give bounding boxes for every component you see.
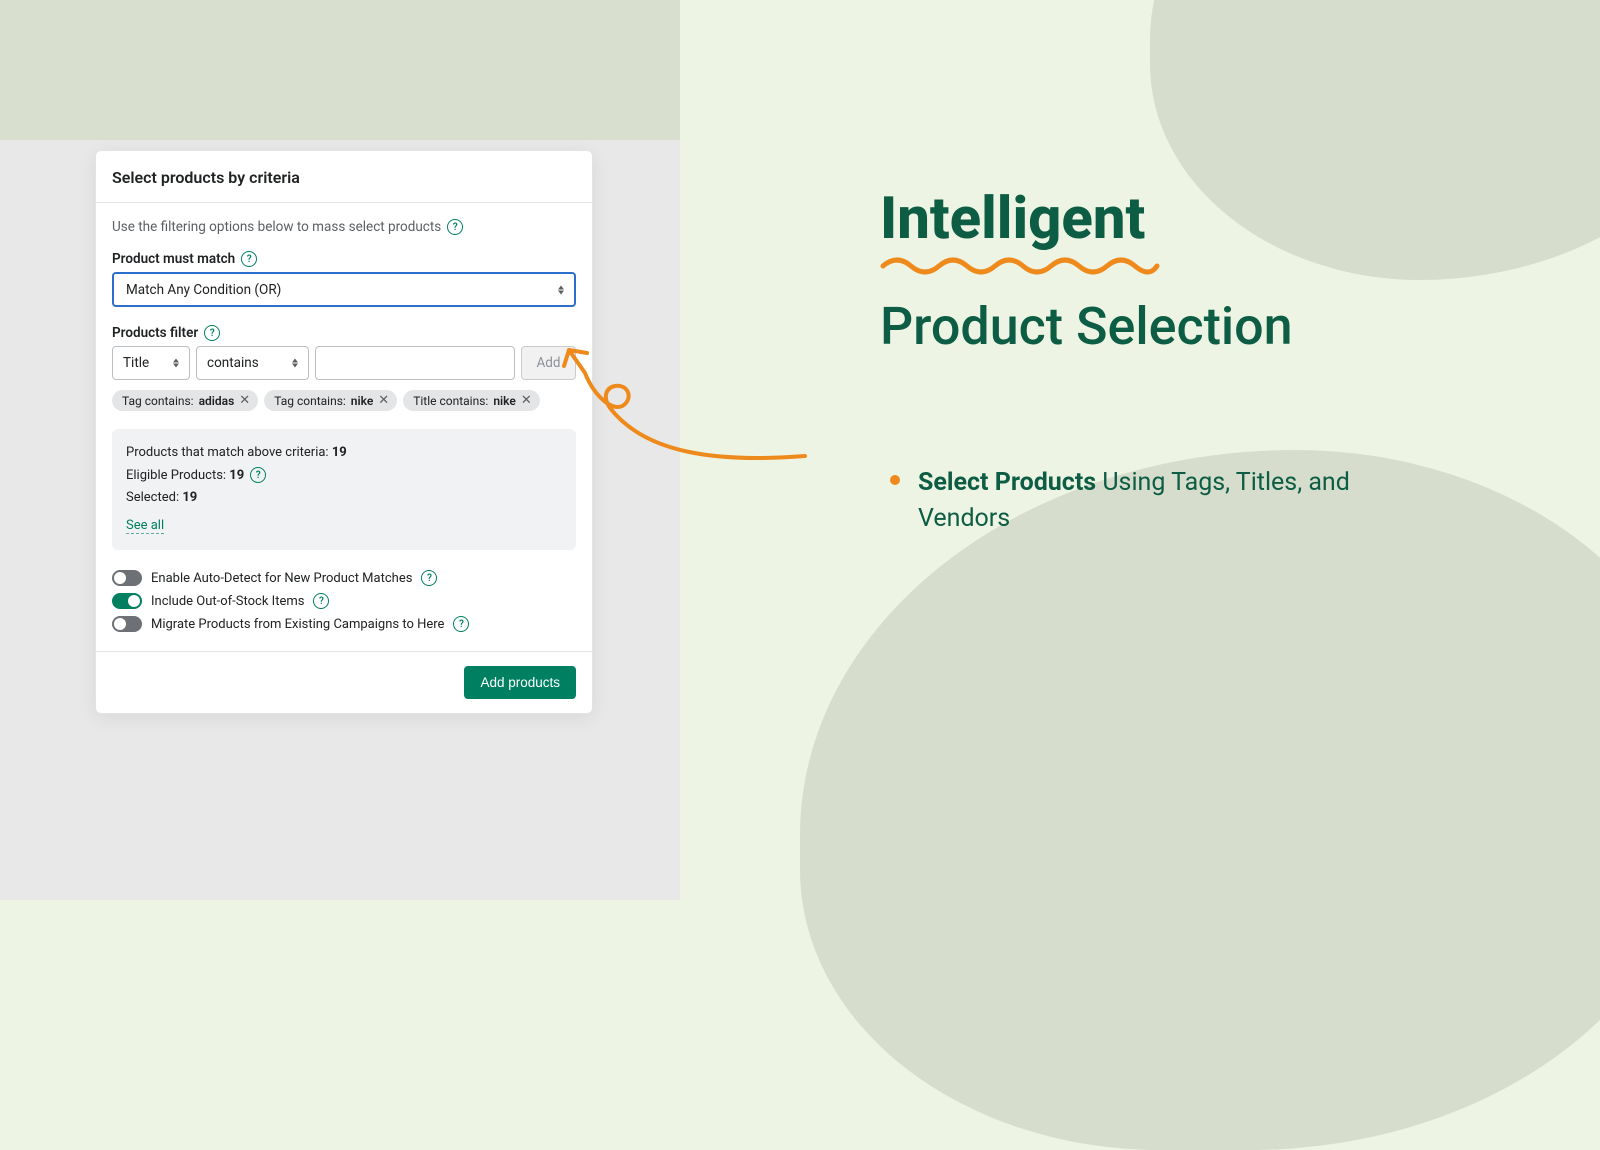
select-arrows-icon (558, 285, 564, 294)
chip-value: nike (493, 394, 516, 408)
bullet-bold: Select Products (918, 468, 1096, 497)
stat-selected: Selected: 19 (126, 490, 562, 505)
stat-match-count: 19 (332, 445, 347, 460)
toggle-row-autodetect: Enable Auto-Detect for New Product Match… (112, 570, 576, 586)
help-icon[interactable]: ? (447, 219, 463, 235)
panel-intro: Use the filtering options below to mass … (112, 219, 441, 235)
toggle-label: Include Out-of-Stock Items (151, 594, 304, 609)
help-icon[interactable]: ? (313, 593, 329, 609)
headline-intelligent: Intelligent (880, 190, 1540, 248)
toggle-outofstock[interactable] (112, 593, 142, 609)
add-products-button[interactable]: Add products (464, 666, 576, 699)
panel-intro-row: Use the filtering options below to mass … (112, 219, 576, 235)
panel-title: Select products by criteria (96, 151, 592, 203)
bullet-text: Select Products Using Tags, Titles, and … (918, 465, 1378, 538)
filter-row: Title contains Add (112, 346, 576, 380)
help-icon[interactable]: ? (241, 251, 257, 267)
stat-selected-label: Selected: (126, 490, 182, 505)
select-arrows-icon (292, 359, 298, 368)
toggle-label: Enable Auto-Detect for New Product Match… (151, 571, 412, 586)
chip-prefix: Title contains: (413, 394, 488, 408)
stat-eligible-label: Eligible Products: (126, 468, 229, 483)
active-filter-chips: Tag contains: adidas ✕ Tag contains: nik… (112, 390, 576, 411)
marketing-copy: Intelligent Product Selection Select Pro… (880, 190, 1540, 538)
criteria-panel: Select products by criteria Use the filt… (95, 150, 593, 714)
stat-match: Products that match above criteria: 19 (126, 445, 562, 460)
stat-selected-count: 19 (182, 490, 197, 505)
add-filter-button[interactable]: Add (521, 346, 576, 380)
toggle-label: Migrate Products from Existing Campaigns… (151, 617, 444, 632)
filter-value-input[interactable] (315, 346, 515, 380)
filter-chip: Tag contains: adidas ✕ (112, 390, 258, 411)
filter-op-select[interactable]: contains (196, 346, 309, 380)
stat-eligible: Eligible Products: 19 ? (126, 467, 562, 483)
help-icon[interactable]: ? (204, 325, 220, 341)
headline-product-selection: Product Selection (880, 298, 1540, 355)
results-summary: Products that match above criteria: 19 E… (112, 429, 576, 550)
chip-prefix: Tag contains: (274, 394, 346, 408)
panel-body: Use the filtering options below to mass … (96, 203, 592, 651)
filter-op-value: contains (207, 355, 259, 371)
close-icon[interactable]: ✕ (378, 394, 389, 407)
help-icon[interactable]: ? (250, 467, 266, 483)
toggle-row-outofstock: Include Out-of-Stock Items ? (112, 593, 576, 609)
chip-value: adidas (199, 394, 235, 408)
decorative-blob-bottom (800, 450, 1600, 1150)
close-icon[interactable]: ✕ (239, 394, 250, 407)
bullet-dot-icon (890, 475, 900, 485)
select-arrows-icon (173, 359, 179, 368)
match-label: Product must match (112, 251, 235, 267)
stat-match-label: Products that match above criteria: (126, 445, 332, 460)
match-label-row: Product must match ? (112, 251, 576, 267)
filter-field-select[interactable]: Title (112, 346, 190, 380)
match-select-value: Match Any Condition (OR) (126, 282, 281, 298)
see-all-link[interactable]: See all (126, 518, 164, 534)
underline-squiggle-icon (880, 252, 1160, 276)
help-icon[interactable]: ? (453, 616, 469, 632)
filter-label: Products filter (112, 325, 198, 341)
stat-eligible-count: 19 (229, 468, 244, 483)
bullet-row: Select Products Using Tags, Titles, and … (890, 465, 1540, 538)
filter-label-row: Products filter ? (112, 325, 576, 341)
filter-field-value: Title (123, 355, 149, 371)
match-select[interactable]: Match Any Condition (OR) (112, 272, 576, 307)
filter-chip: Title contains: nike ✕ (403, 390, 540, 411)
chip-value: nike (351, 394, 374, 408)
close-icon[interactable]: ✕ (521, 394, 532, 407)
toggle-row-migrate: Migrate Products from Existing Campaigns… (112, 616, 576, 632)
toggle-autodetect[interactable] (112, 570, 142, 586)
toggle-migrate[interactable] (112, 616, 142, 632)
filter-chip: Tag contains: nike ✕ (264, 390, 397, 411)
panel-footer: Add products (96, 651, 592, 713)
help-icon[interactable]: ? (421, 570, 437, 586)
chip-prefix: Tag contains: (122, 394, 194, 408)
